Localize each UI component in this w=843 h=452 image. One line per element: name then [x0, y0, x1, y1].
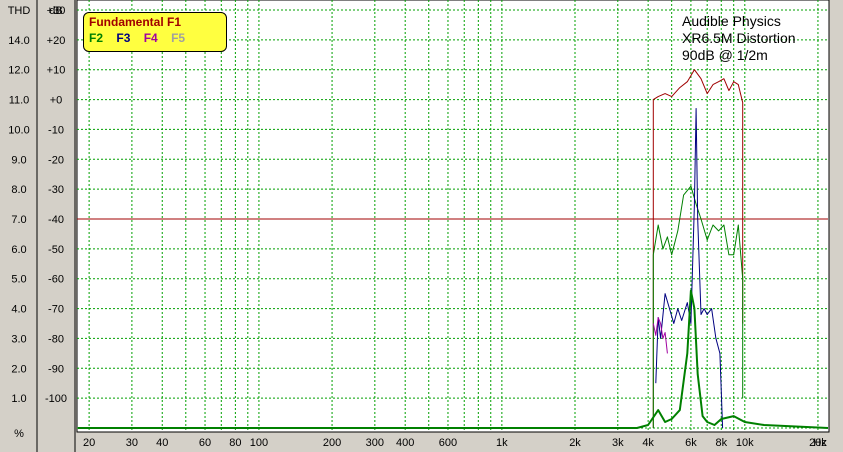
chart-canvas: THD dB % +30+20+10+0-10-20-30-40-50-60-7…: [0, 0, 843, 452]
x-tick-label: 30: [126, 437, 138, 449]
left-y-tick-label: 14.0: [8, 35, 29, 47]
plot-area: [76, 0, 830, 433]
left-y-tick-label: 2.0: [11, 363, 26, 375]
right-y-tick-label: -50: [48, 244, 64, 256]
left-y-tick-label: 8.0: [11, 184, 26, 196]
legend: Fundamental F1 F2 F3 F4 F5: [83, 12, 227, 52]
left-axis-unit: %: [14, 428, 24, 440]
legend-entry-f5: F5: [171, 31, 186, 45]
x-tick-label: 600: [439, 437, 457, 449]
x-axis-label: Hz: [813, 437, 826, 449]
left-y-tick-label: 1.0: [11, 393, 26, 405]
legend-row-harmonics: F2 F3 F4 F5: [89, 30, 221, 46]
distortion-chart: THD dB % +30 +20 +10 +0 -10 -20 -30 -40 -50 -60 -7…: [0, 0, 843, 452]
x-tick-label: 40: [156, 437, 168, 449]
left-y-tick-label: 10.0: [8, 124, 29, 136]
x-tick-label: 300: [366, 437, 384, 449]
legend-entry-f1: Fundamental F1: [89, 15, 182, 29]
x-tick-label: 3k: [612, 437, 624, 449]
legend-entry-f2: F2: [89, 31, 104, 45]
right-y-tick-label: -80: [48, 333, 64, 345]
right-y-tick-label: +0: [50, 95, 63, 107]
x-tick-label: 80: [229, 437, 241, 449]
x-tick-label: 20: [83, 437, 95, 449]
right-y-tick-label: -70: [48, 304, 64, 316]
left-y-tick-label: 4.0: [11, 304, 26, 316]
x-tick-label: 200: [323, 437, 341, 449]
left-y-tick-label: 7.0: [11, 214, 26, 226]
annotation-line-2: XR6.5M Distortion: [682, 30, 796, 46]
right-y-tick-label: -60: [48, 274, 64, 286]
left-y-tick-label: 11.0: [9, 95, 30, 107]
chart-annotation: Audible Physics XR6.5M Distortion 90dB @…: [682, 13, 796, 64]
left-y-tick-label: 12.0: [8, 65, 29, 77]
left-y-tick-label: 3.0: [11, 333, 26, 345]
x-tick-label: 6k: [685, 437, 697, 449]
x-tick-label: 4k: [642, 437, 654, 449]
right-y-tick-label: +20: [47, 35, 66, 47]
annotation-line-1: Audible Physics: [682, 13, 781, 29]
right-y-tick-label: -40: [48, 214, 64, 226]
right-y-tick-label: -90: [48, 363, 64, 375]
x-tick-label: 60: [199, 437, 211, 449]
right-y-tick-label: -30: [48, 184, 64, 196]
left-y-tick-label: 5.0: [11, 274, 26, 286]
x-tick-label: 8k: [715, 437, 727, 449]
x-tick-label: 400: [396, 437, 414, 449]
left-y-tick-label: 9.0: [11, 154, 26, 166]
legend-entry-f3: F3: [116, 31, 131, 45]
right-y-tick-label: -20: [48, 154, 64, 166]
left-axis-label: THD: [8, 5, 31, 17]
annotation-line-3: 90dB @ 1/2m: [682, 47, 768, 63]
legend-entry-f4: F4: [143, 31, 158, 45]
right-y-tick-label: -10: [48, 124, 64, 136]
x-tick-label: 100: [250, 437, 268, 449]
x-tick-label: 1k: [496, 437, 508, 449]
x-tick-label: 2k: [569, 437, 581, 449]
right-y-tick-label: +10: [47, 65, 66, 77]
left-y-tick-label: 6.0: [11, 244, 26, 256]
x-tick-label: 10k: [736, 437, 754, 449]
right-y-tick-label: +30: [47, 5, 66, 17]
right-y-tick-label: -100: [45, 393, 67, 405]
